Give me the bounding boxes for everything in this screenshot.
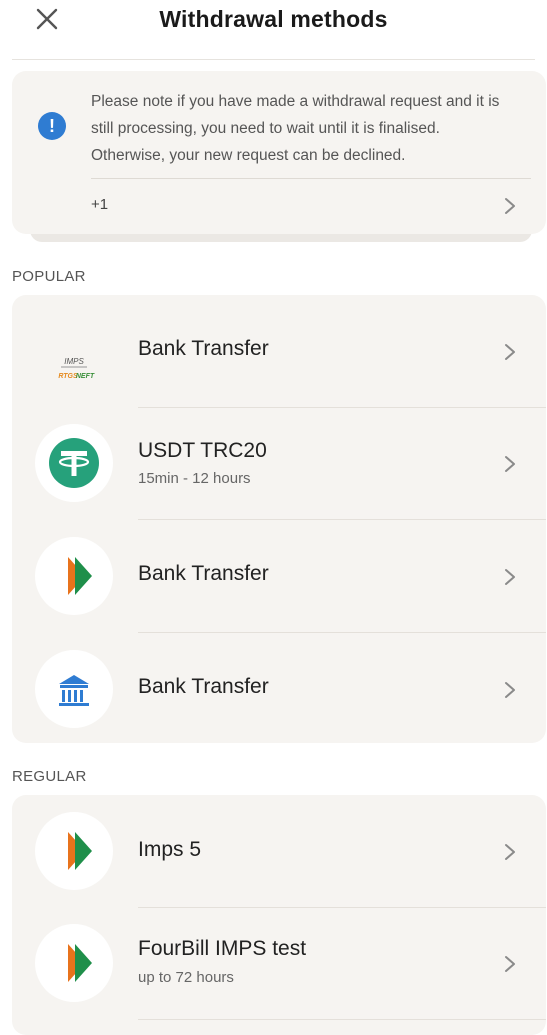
chevron-right-icon — [505, 682, 515, 698]
section-label-regular: REGULAR — [12, 768, 87, 785]
method-title: Bank Transfer — [138, 337, 269, 360]
upi-icon — [35, 812, 113, 890]
method-row-usdt-trc20[interactable]: USDT TRC20 15min - 12 hours — [12, 407, 546, 520]
method-row-bank-transfer-bank[interactable]: Bank Transfer — [12, 633, 546, 746]
regular-methods-card: Imps 5 FourBill IMPS test up to 72 hours — [12, 795, 546, 1035]
header: Withdrawal methods — [0, 0, 547, 60]
notice-line: Please note if you have made a withdrawa… — [91, 93, 500, 110]
method-row-fourbill-imps-test[interactable]: FourBill IMPS test up to 72 hours — [12, 907, 546, 1020]
logo-text-neft: NEFT — [76, 373, 95, 380]
method-subtitle: 15min - 12 hours — [138, 470, 251, 487]
method-title: FourBill IMPS test — [138, 937, 307, 960]
upi-icon — [35, 537, 113, 615]
chevron-right-icon — [505, 956, 515, 972]
notice-text: Please note if you have made a withdrawa… — [91, 88, 531, 169]
chevron-right-icon — [505, 456, 515, 472]
chevron-right-icon — [505, 844, 515, 860]
method-row-imps-5[interactable]: Imps 5 — [12, 795, 546, 908]
chevron-right-icon — [505, 569, 515, 585]
tether-icon — [35, 424, 113, 502]
chevron-right-icon — [505, 344, 515, 360]
popular-methods-card: IMPS RTGS NEFT Bank Transfer USDT TRC20 … — [12, 295, 546, 743]
method-row-bank-transfer-imps[interactable]: IMPS RTGS NEFT Bank Transfer — [12, 295, 546, 408]
chevron-right-icon[interactable] — [503, 197, 517, 215]
method-row-bank-transfer-upi[interactable]: Bank Transfer — [12, 520, 546, 633]
section-label-popular: POPULAR — [12, 268, 86, 285]
upi-icon — [35, 924, 113, 1002]
page-title: Withdrawal methods — [159, 6, 388, 32]
notice-more-count[interactable]: +1 — [91, 196, 108, 213]
notice-line: Otherwise, your new request can be decli… — [91, 147, 406, 164]
notice-line: still processing, you need to wait until… — [91, 120, 440, 137]
method-subtitle: up to 72 hours — [138, 969, 234, 986]
method-title: Bank Transfer — [138, 562, 269, 585]
bank-icon — [35, 650, 113, 728]
imps-rtgs-neft-logo: IMPS RTGS NEFT — [35, 312, 113, 390]
method-title: Imps 5 — [138, 838, 202, 861]
method-title: Bank Transfer — [138, 675, 269, 698]
header-divider — [12, 59, 535, 60]
row-divider — [138, 1019, 546, 1020]
notice-divider — [91, 178, 531, 179]
info-icon: ! — [38, 112, 66, 140]
logo-text-imps: IMPS — [64, 357, 84, 366]
method-title: USDT TRC20 — [138, 439, 267, 462]
